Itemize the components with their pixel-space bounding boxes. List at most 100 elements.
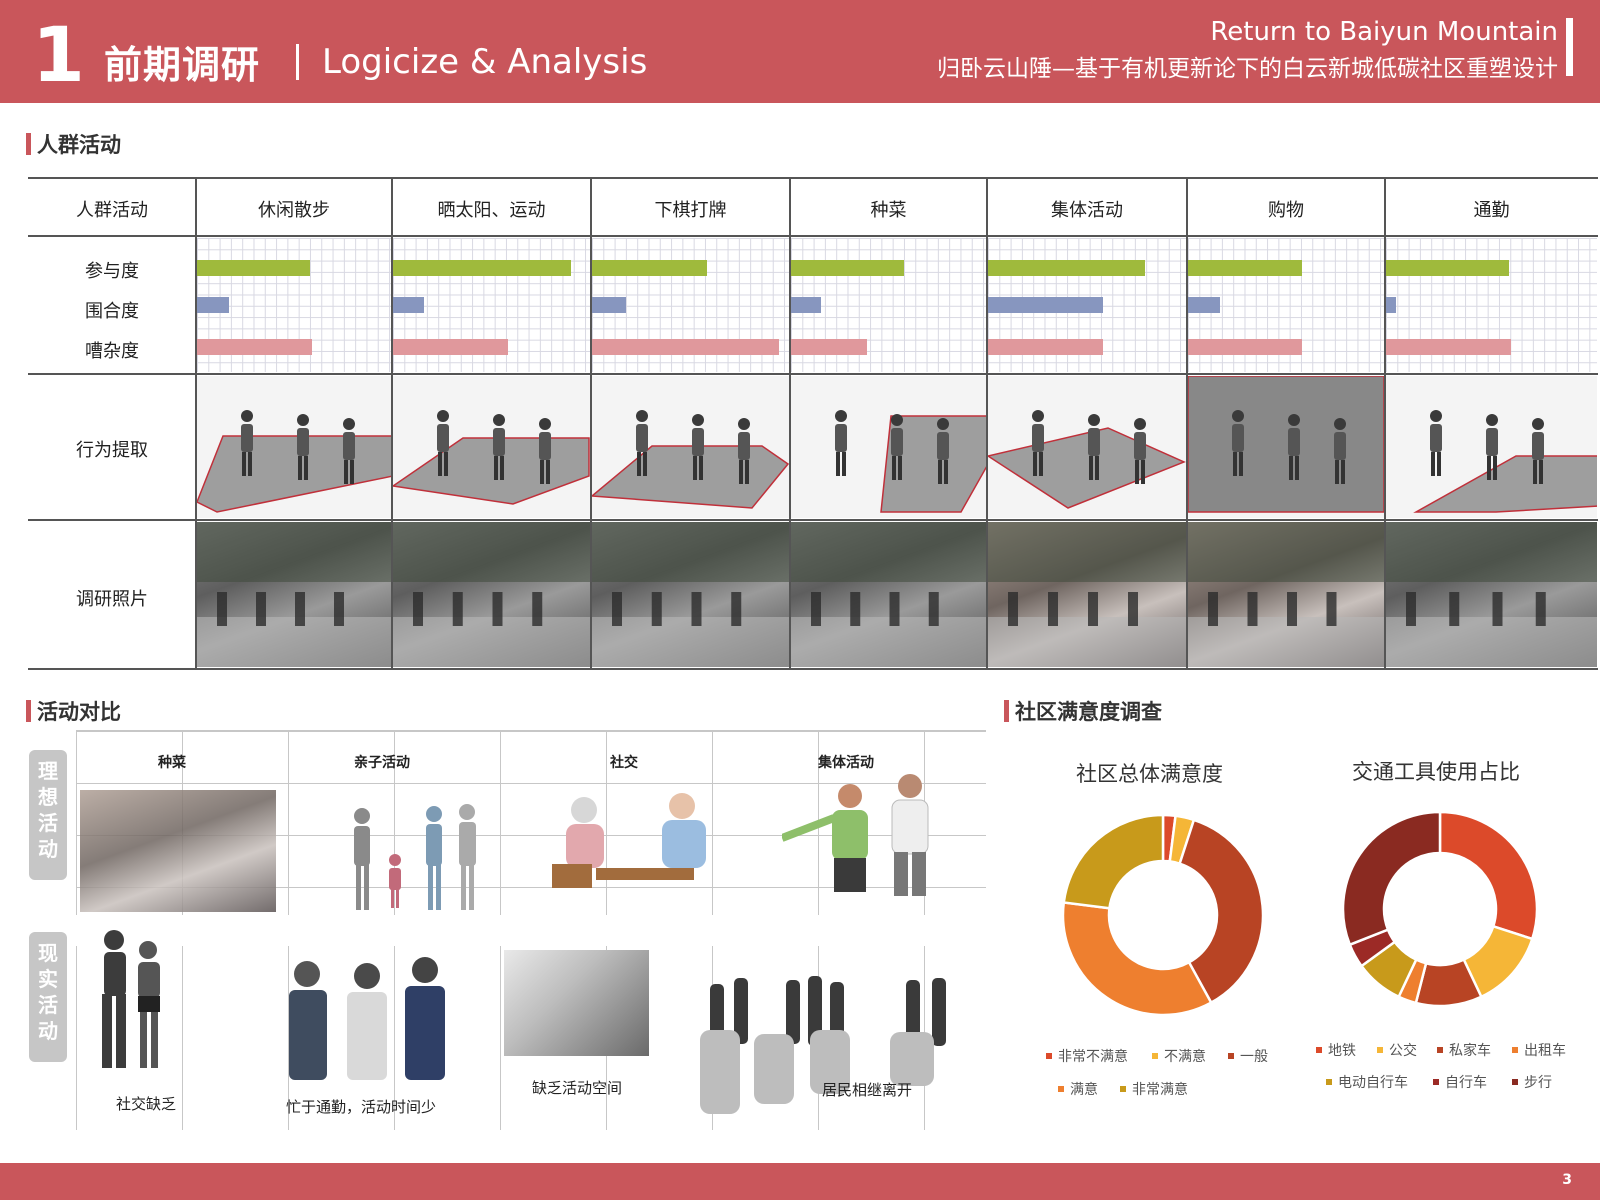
metric-bar (1386, 260, 1509, 276)
figure-real-commuting (289, 957, 445, 1080)
metric-bar (592, 339, 779, 355)
donut-slice-步行 (1341, 810, 1442, 947)
tag-char: 动 (38, 837, 58, 861)
metric-bar (988, 260, 1145, 276)
legend-item: 电动自行车 (1326, 1072, 1408, 1092)
legend-label: 自行车 (1445, 1075, 1487, 1091)
survey-photo (988, 522, 1186, 667)
tag-char: 活 (38, 993, 58, 1017)
metric-bar (1188, 260, 1302, 276)
survey-photo (592, 522, 789, 667)
legend-item: 自行车 (1433, 1072, 1487, 1092)
section-title-crowd: 人群活动 (26, 129, 121, 159)
activity-column-header: 休闲散步 (258, 200, 330, 221)
section-marker (26, 700, 31, 722)
donut-slice-满意 (1061, 901, 1213, 1017)
real-activity-tag: 现 实 活 动 (29, 932, 67, 1062)
survey-photo (1188, 522, 1384, 667)
row-label-photos: 调研照片 (76, 589, 148, 610)
metric-bar (592, 260, 707, 276)
section-title-text: 人群活动 (37, 133, 121, 157)
legend-label: 公交 (1389, 1043, 1417, 1059)
legend-item: 私家车 (1437, 1040, 1491, 1060)
table-rule (28, 235, 1598, 237)
metric-bar (988, 297, 1103, 313)
metric-bar (197, 339, 312, 355)
legend-label: 非常不满意 (1058, 1049, 1128, 1065)
survey-photo (791, 522, 986, 667)
header-accent-bar (1566, 18, 1573, 76)
title-separator (296, 44, 299, 80)
legend-item: 不满意 (1152, 1046, 1206, 1066)
metric-bar (1386, 297, 1396, 313)
header-banner: 1 前期调研 Logicize & Analysis Return to Bai… (0, 0, 1600, 103)
tag-char: 现 (38, 941, 58, 965)
chart-title-satisfaction: 社区总体满意度 (1076, 762, 1223, 786)
photo-real-lacking-space (504, 950, 649, 1056)
tag-char: 动 (38, 1019, 58, 1043)
activity-column-header: 下棋打牌 (654, 200, 727, 221)
ideal-label-gardening: 种菜 (158, 755, 186, 771)
legend-item: 一般 (1228, 1046, 1268, 1066)
ideal-label-family: 亲子活动 (354, 755, 410, 771)
section-title-compare: 活动对比 (26, 696, 121, 726)
activity-column-header: 通勤 (1473, 200, 1510, 221)
activity-column-header: 晒太阳、运动 (437, 200, 546, 221)
project-title-en: Return to Baiyun Mountain (1210, 17, 1558, 47)
figure-ideal-group (782, 774, 929, 896)
figure-real-residents-leaving (700, 976, 946, 1114)
survey-photo (1386, 522, 1597, 667)
figure-ideal-family (354, 804, 476, 910)
real-caption-lacking-space: 缺乏活动空间 (532, 1079, 623, 1097)
donut-slice-非常满意 (1062, 813, 1165, 910)
behavior-figure (197, 376, 391, 518)
table-corner-label: 人群活动 (76, 200, 148, 221)
legend-swatch (1377, 1047, 1383, 1053)
legend-label: 步行 (1524, 1075, 1552, 1091)
legend-label: 不满意 (1164, 1049, 1206, 1065)
behavior-figure (1188, 376, 1384, 518)
page-subtitle: Logicize & Analysis (322, 42, 648, 82)
page-number: 3 (1562, 1172, 1572, 1188)
figure-real-lacking-social (102, 930, 160, 1068)
legend-swatch (1512, 1047, 1518, 1053)
behavior-figure (791, 376, 986, 518)
metric-bar (592, 297, 626, 313)
legend-item: 出租车 (1512, 1040, 1566, 1060)
behavior-figure (393, 376, 590, 518)
section-marker (1004, 700, 1009, 722)
photo-ideal-gardening (80, 790, 276, 912)
project-title-cn: 归卧云山陲—基于有机更新论下的白云新城低碳社区重塑设计 (937, 56, 1558, 82)
legend-item: 地铁 (1316, 1040, 1356, 1060)
table-rule (28, 668, 1598, 670)
metric-bar (197, 260, 310, 276)
table-rule (28, 177, 1598, 179)
ideal-activity-tag: 理 想 活 动 (29, 750, 67, 880)
section-marker (26, 133, 31, 155)
survey-photo (393, 522, 590, 667)
legend-swatch (1058, 1086, 1064, 1092)
tag-char: 实 (38, 967, 58, 991)
metric-label-participation: 参与度 (85, 261, 139, 282)
tag-char: 理 (38, 759, 58, 783)
tag-char: 想 (38, 785, 58, 809)
activity-column-header: 购物 (1268, 200, 1304, 221)
page-title: 前期调研 (104, 43, 261, 87)
activity-column-header: 集体活动 (1051, 200, 1123, 221)
section-title-text: 社区满意度调查 (1015, 700, 1162, 724)
real-caption-commuting: 忙于通勤，活动时间少 (286, 1098, 437, 1116)
section-title-text: 活动对比 (37, 700, 121, 724)
table-rule (28, 373, 1598, 375)
legend-item: 满意 (1058, 1079, 1098, 1099)
metric-label-noise: 嘈杂度 (85, 341, 139, 362)
metric-bar (791, 260, 904, 276)
row-label-behavior: 行为提取 (76, 440, 148, 461)
legend-swatch (1152, 1053, 1158, 1059)
survey-photo (197, 522, 391, 667)
behavior-figure (592, 376, 789, 518)
activity-column-header: 种菜 (870, 200, 907, 221)
metric-bar (1188, 297, 1220, 313)
behavior-figure (1386, 376, 1597, 518)
legend-swatch (1326, 1079, 1332, 1085)
legend-label: 私家车 (1449, 1043, 1491, 1059)
